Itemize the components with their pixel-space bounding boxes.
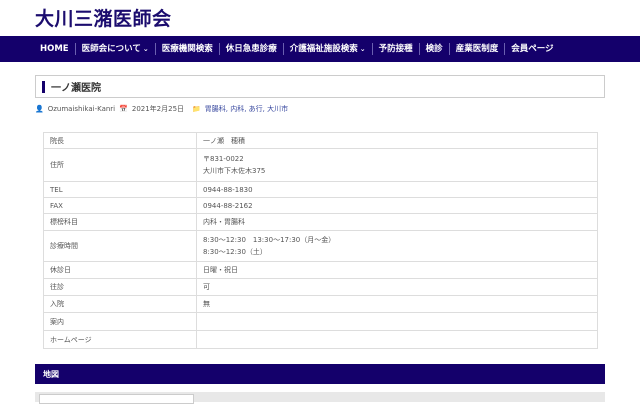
chevron-down-icon: ⌄ <box>142 45 149 53</box>
post-date: 2021年2月25日 <box>131 105 185 113</box>
row-label: 院長 <box>43 132 197 149</box>
chevron-down-icon: ⌄ <box>359 45 366 53</box>
value-line: 0944-88-2162 <box>203 201 253 210</box>
row-label: 標榜科目 <box>43 213 197 231</box>
nav-label: 医師会について <box>81 44 141 54</box>
map-embed[interactable] <box>35 392 605 404</box>
folder-icon: 📁 <box>192 105 201 113</box>
map-heading: 地図 <box>35 364 605 384</box>
calendar-icon: 📅 <box>119 105 128 113</box>
table-row: 往診可 <box>43 278 598 296</box>
value-line: 無 <box>203 300 210 308</box>
nav-label: 医療機関検索 <box>161 44 213 54</box>
row-value: 〒831-0022 大川市下木佐木375 <box>196 148 598 182</box>
row-label: FAX <box>43 197 197 214</box>
table-row: 院長 一ノ瀬 穂積 <box>43 132 598 149</box>
nav-item[interactable]: 医療機関検索 <box>154 43 219 55</box>
row-value <box>196 330 598 349</box>
nav-label: 検診 <box>425 44 443 54</box>
nav-item[interactable]: HOME <box>40 43 75 55</box>
nav-label: 介護福祉施設検索 <box>289 44 358 54</box>
nav-label: HOME <box>40 44 69 54</box>
nav-item[interactable]: 医師会について ⌄ <box>74 43 155 55</box>
nav-item[interactable]: 産業医制度 <box>448 43 505 55</box>
value-line: 〒831-0022 <box>203 155 244 163</box>
nav-label: 産業医制度 <box>455 44 499 54</box>
nav-item[interactable]: 会員ページ <box>504 43 559 55</box>
table-row: 住所 〒831-0022 大川市下木佐木375 <box>43 148 598 182</box>
value-line: 大川市下木佐木375 <box>203 167 266 175</box>
clinic-info-table: 院長 一ノ瀬 穂積 住所 〒831-0022 大川市下木佐木375 TEL 0944-88-… <box>43 132 598 349</box>
table-row: 案内 <box>43 312 598 331</box>
nav-label: 会員ページ <box>511 44 554 54</box>
row-value: 日曜・祝日 <box>196 261 598 279</box>
row-value: 0944-88-1830 <box>196 181 598 198</box>
table-row: ホームページ <box>43 330 598 349</box>
table-row: 入院無 <box>43 295 598 313</box>
nav-item[interactable]: 休日急患診療 <box>218 43 283 55</box>
row-label: 休診日 <box>43 261 197 279</box>
value-line: 一ノ瀬 穂積 <box>203 136 245 145</box>
author-link[interactable]: Ozumaishikai-Kanri <box>48 105 115 113</box>
nav-label: 予防接種 <box>378 44 413 54</box>
table-row: 休診日 日曜・祝日 <box>43 261 598 279</box>
row-label: 入院 <box>43 295 197 313</box>
row-value: 内科・胃腸科 <box>196 213 598 231</box>
row-value: 一ノ瀬 穂積 <box>196 132 598 149</box>
site-title[interactable]: 大川三潴医師会 <box>35 4 172 31</box>
value-line: 0944-88-1830 <box>203 185 253 194</box>
nav-label: 休日急患診療 <box>225 44 277 54</box>
post-meta: 👤 Ozumaishikai-Kanri 📅 2021年2月25日 📁 胃腸科,… <box>35 104 288 114</box>
page-heading: 一ノ瀬医院 <box>35 75 605 98</box>
value-line: 日曜・祝日 <box>203 266 238 274</box>
row-label: ホームページ <box>43 330 197 349</box>
value-line: 可 <box>203 283 210 291</box>
row-value: 0944-88-2162 <box>196 197 598 214</box>
row-value <box>196 312 598 331</box>
table-row: TEL 0944-88-1830 <box>43 181 598 198</box>
nav-item[interactable]: 予防接種 <box>371 43 419 55</box>
value-line: 8:30〜12:30 13:30〜17:30（月〜金） <box>203 236 336 244</box>
row-label: 往診 <box>43 278 197 296</box>
value-line: 8:30〜12:30（土） <box>203 248 267 256</box>
category-links[interactable]: 胃腸科, 内科, あ行, 大川市 <box>205 104 288 114</box>
page-title: 一ノ瀬医院 <box>51 83 101 94</box>
user-icon: 👤 <box>35 105 44 113</box>
table-row: 診療時間 8:30〜12:30 13:30〜17:30（月〜金） 8:30〜12:3… <box>43 230 598 262</box>
row-label: 案内 <box>43 312 197 331</box>
table-row: 標榜科目 内科・胃腸科 <box>43 213 598 231</box>
map-info-card <box>39 394 194 404</box>
nav-item[interactable]: 検診 <box>418 43 449 55</box>
row-label: TEL <box>43 181 197 198</box>
main-nav: HOME 医師会について ⌄ 医療機関検索 休日急患診療 介護福祉施設検索 ⌄ 予防接種 検診産… <box>0 36 640 62</box>
value-line: 内科・胃腸科 <box>203 218 245 226</box>
row-label: 住所 <box>43 148 197 182</box>
row-value: 8:30〜12:30 13:30〜17:30（月〜金） 8:30〜12:30（土） <box>196 230 598 262</box>
row-value: 無 <box>196 295 598 313</box>
row-value: 可 <box>196 278 598 296</box>
nav-item[interactable]: 介護福祉施設検索 ⌄ <box>282 43 372 55</box>
row-label: 診療時間 <box>43 230 197 262</box>
table-row: FAX 0944-88-2162 <box>43 197 598 214</box>
heading-accent <box>42 80 45 93</box>
